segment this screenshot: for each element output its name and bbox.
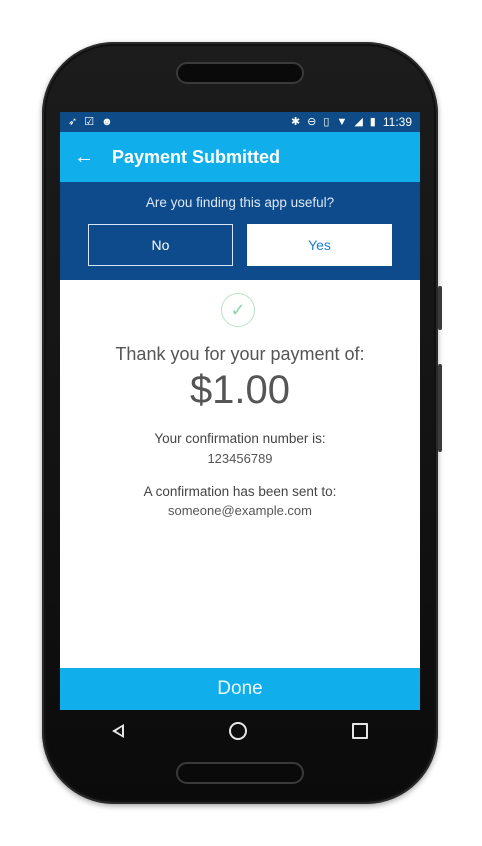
app-bar: ← Payment Submitted xyxy=(60,132,420,182)
confirmation-email: someone@example.com xyxy=(168,503,312,518)
sent-to-label: A confirmation has been sent to: xyxy=(143,484,337,499)
payment-amount: $1.00 xyxy=(189,368,291,412)
android-nav-bar xyxy=(60,710,420,752)
status-left-icons: ➶ ☑ ☻ xyxy=(68,115,113,128)
top-speaker xyxy=(176,62,304,84)
done-button[interactable]: Done xyxy=(60,668,420,710)
survey-buttons: No Yes xyxy=(60,224,420,266)
screen: ➶ ☑ ☻ ✱ ⊖ ▯ ▼ ◢ ▮ 11:39 ← Payment Submit… xyxy=(60,112,420,710)
nav-back-icon[interactable] xyxy=(112,724,125,738)
power-button xyxy=(438,364,442,452)
status-bar: ➶ ☑ ☻ ✱ ⊖ ▯ ▼ ◢ ▮ 11:39 xyxy=(60,112,420,132)
crossed-arrow-icon: ➶ xyxy=(68,115,78,128)
nav-home-icon[interactable] xyxy=(228,722,247,740)
signal-icon: ◢ xyxy=(354,115,363,128)
confirmation-number: 123456789 xyxy=(207,451,273,466)
arrow-left-icon[interactable]: ← xyxy=(74,147,94,167)
status-right-icons: ✱ ⊖ ▯ ▼ ◢ ▮ 11:39 xyxy=(291,115,412,129)
bottom-speaker xyxy=(176,762,304,784)
page-title: Payment Submitted xyxy=(112,146,281,167)
android-icon: ☻ xyxy=(101,115,113,128)
status-time: 11:39 xyxy=(382,115,412,129)
confirmation-number-label: Your confirmation number is: xyxy=(154,431,326,446)
vibrate-icon: ▯ xyxy=(323,115,330,128)
survey-question: Are you finding this app useful? xyxy=(145,195,335,210)
yes-button[interactable]: Yes xyxy=(247,224,392,266)
wifi-icon: ▼ xyxy=(336,115,348,128)
checkmark-icon: ✓ xyxy=(221,293,255,327)
checkbox-icon: ☑ xyxy=(84,115,95,128)
feedback-survey: Are you finding this app useful? No Yes xyxy=(60,182,420,280)
do-not-disturb-icon: ⊖ xyxy=(307,115,317,128)
thanks-text: Thank you for your payment of: xyxy=(115,344,365,364)
bluetooth-icon: ✱ xyxy=(290,115,301,128)
nav-recents-icon[interactable] xyxy=(351,723,368,739)
volume-button xyxy=(438,286,442,330)
confirmation-content: ✓ Thank you for your payment of: $1.00 Y… xyxy=(60,280,420,668)
no-button[interactable]: No xyxy=(88,224,233,266)
battery-icon: ▮ xyxy=(369,115,376,128)
